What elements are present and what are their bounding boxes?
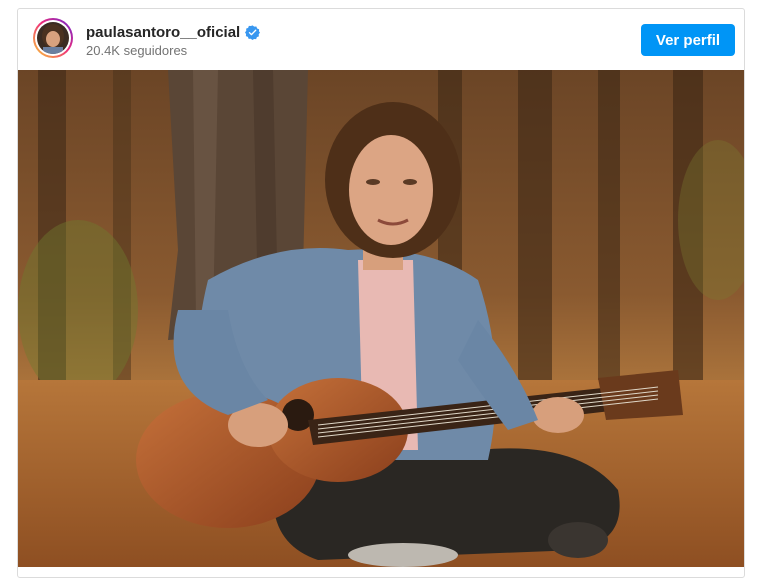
followers-count: 20.4K seguidores <box>86 43 188 58</box>
verified-badge-icon <box>245 24 261 40</box>
post-header: paulasantoro__oficial 20.4K seguidores V… <box>18 9 744 70</box>
avatar[interactable] <box>33 18 73 58</box>
instagram-embed-card: paulasantoro__oficial 20.4K seguidores V… <box>17 8 745 578</box>
post-photo[interactable] <box>18 70 744 567</box>
avatar-image <box>37 22 69 54</box>
view-profile-button[interactable]: Ver perfil <box>641 24 735 56</box>
username-row: paulasantoro__oficial <box>86 22 261 42</box>
username[interactable]: paulasantoro__oficial <box>86 24 240 41</box>
